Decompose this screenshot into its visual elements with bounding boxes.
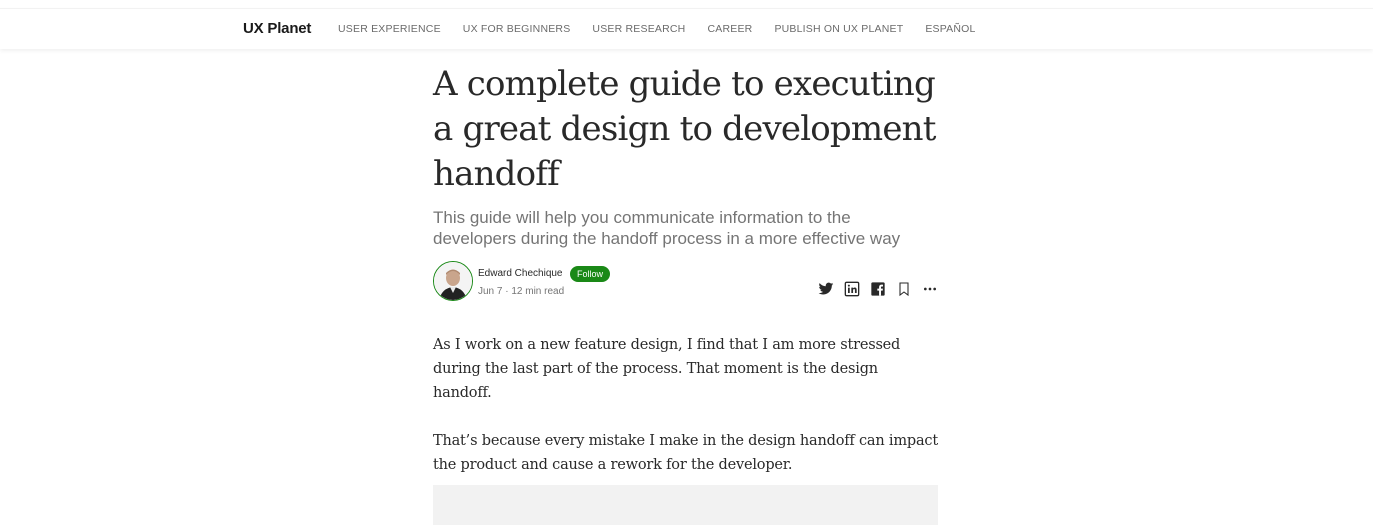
- author-avatar[interactable]: [433, 261, 473, 301]
- article: A complete guide to executing a great de…: [433, 62, 938, 501]
- nav-link-ux-for-beginners[interactable]: UX FOR BEGINNERS: [463, 23, 571, 35]
- paragraph: That’s because every mistake I make in t…: [433, 433, 938, 473]
- nav-links: USER EXPERIENCE UX FOR BEGINNERS USER RE…: [338, 23, 998, 35]
- bookmark-icon[interactable]: [896, 281, 912, 297]
- nav-link-career[interactable]: CAREER: [707, 23, 752, 35]
- nav-link-user-research[interactable]: USER RESEARCH: [592, 23, 685, 35]
- follow-button[interactable]: Follow: [570, 266, 611, 282]
- publication-logo[interactable]: UX Planet: [243, 20, 311, 37]
- author-name[interactable]: Edward Chechique: [478, 268, 563, 279]
- linkedin-icon[interactable]: [844, 281, 860, 297]
- twitter-icon[interactable]: [818, 281, 834, 297]
- article-title: A complete guide to executing a great de…: [433, 64, 936, 194]
- article-image: [433, 485, 938, 525]
- article-subtitle: This guide will help you communicate inf…: [433, 208, 901, 248]
- nav-link-user-experience[interactable]: USER EXPERIENCE: [338, 23, 441, 35]
- share-bar: [818, 281, 938, 297]
- facebook-icon[interactable]: [870, 281, 886, 297]
- paragraph: As I work on a new feature design, I fin…: [433, 337, 901, 401]
- nav-link-espanol[interactable]: ESPAÑOL: [925, 23, 975, 35]
- article-body: As I work on a new feature design, I fin…: [433, 333, 938, 477]
- top-navigation: UX Planet USER EXPERIENCE UX FOR BEGINNE…: [0, 8, 1373, 49]
- more-icon[interactable]: [922, 281, 938, 297]
- avatar-image: [434, 262, 472, 300]
- article-meta: Jun 7 · 12 min read: [478, 286, 565, 297]
- nav-link-publish[interactable]: PUBLISH ON UX PLANET: [774, 23, 903, 35]
- byline: Edward Chechique Follow Jun 7 · 12 min r…: [433, 261, 938, 305]
